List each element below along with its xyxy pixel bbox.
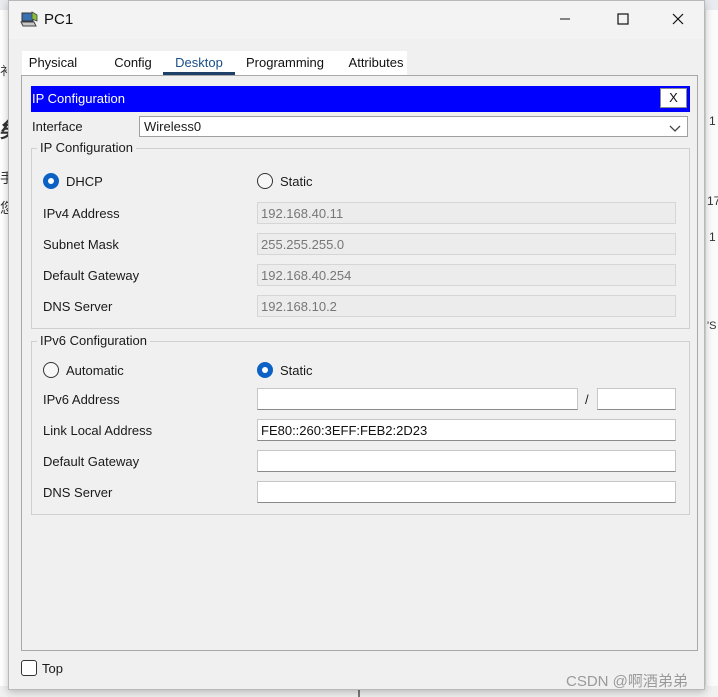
- maximize-button[interactable]: [594, 1, 652, 39]
- ip-configuration-header: IP Configuration X: [31, 86, 690, 112]
- ipv4-dns-field[interactable]: 192.168.10.2: [257, 295, 676, 317]
- ipv6-gateway-field[interactable]: [257, 450, 676, 472]
- watermark: CSDN @啊酒弟弟: [566, 673, 688, 690]
- tab-desktop[interactable]: Desktop: [163, 51, 235, 75]
- tab-attributes[interactable]: Attributes: [338, 51, 414, 75]
- subnet-mask-label: Subnet Mask: [43, 237, 119, 252]
- desktop-content-panel: IP Configuration X Interface Wireless0 I…: [21, 75, 698, 651]
- ipv6-group-title: IPv6 Configuration: [37, 333, 150, 348]
- static-ipv6-radio[interactable]: [257, 362, 273, 378]
- automatic-label: Automatic: [66, 363, 124, 378]
- maximize-icon: [617, 12, 629, 28]
- tab-config[interactable]: Config: [106, 51, 160, 75]
- background-text: 1: [709, 114, 716, 128]
- interface-label: Interface: [32, 119, 83, 134]
- panel-title: IP Configuration: [32, 91, 125, 106]
- top-checkbox[interactable]: [21, 660, 37, 676]
- interface-select[interactable]: Wireless0: [139, 116, 688, 137]
- background-text: 1: [709, 230, 716, 244]
- link-local-field[interactable]: FE80::260:3EFF:FEB2:2D23: [257, 419, 676, 441]
- close-panel-button[interactable]: X: [660, 88, 687, 108]
- interface-value: Wireless0: [144, 119, 202, 134]
- ipv4-dns-label: DNS Server: [43, 299, 113, 314]
- minimize-icon: [559, 13, 571, 28]
- static-ipv6-label: Static: [280, 363, 313, 378]
- ipv4-gateway-label: Default Gateway: [43, 268, 140, 283]
- tab-bar: Physical Config Desktop Programming Attr…: [22, 51, 407, 75]
- title-bar[interactable]: PC1: [9, 1, 704, 39]
- minimize-button[interactable]: [536, 1, 594, 39]
- ipv6-address-field[interactable]: [257, 388, 578, 410]
- ipv6-dns-field[interactable]: [257, 481, 676, 503]
- prefix-separator: /: [585, 392, 589, 407]
- background-text: 17: [707, 194, 718, 208]
- tab-programming[interactable]: Programming: [242, 51, 328, 75]
- window-title: PC1: [44, 11, 74, 28]
- pc-app-icon: [19, 10, 39, 30]
- dhcp-radio[interactable]: [43, 173, 59, 189]
- link-local-label: Link Local Address: [43, 423, 153, 438]
- close-icon: [672, 13, 684, 28]
- tab-physical[interactable]: Physical: [22, 51, 84, 75]
- static-ipv4-radio[interactable]: [257, 173, 273, 189]
- ipv6-dns-label: DNS Server: [43, 485, 113, 500]
- ipv4-address-label: IPv4 Address: [43, 206, 120, 221]
- ipv6-address-label: IPv6 Address: [43, 392, 120, 407]
- pc1-window: PC1 Physical Config Desktop Programming …: [8, 0, 705, 690]
- ipv6-gateway-label: Default Gateway: [43, 454, 140, 469]
- background-text: 'S: [707, 320, 717, 332]
- automatic-radio[interactable]: [43, 362, 59, 378]
- chevron-down-icon: [669, 121, 681, 136]
- close-window-button[interactable]: [649, 1, 707, 39]
- top-label: Top: [42, 661, 63, 676]
- subnet-mask-field[interactable]: 255.255.255.0: [257, 233, 676, 255]
- static-ipv4-label: Static: [280, 174, 313, 189]
- ipv6-prefix-field[interactable]: [597, 388, 676, 410]
- ipv4-gateway-field[interactable]: 192.168.40.254: [257, 264, 676, 286]
- ipv4-address-field[interactable]: 192.168.40.11: [257, 202, 676, 224]
- dhcp-label: DHCP: [66, 174, 103, 189]
- ipv4-group-title: IP Configuration: [37, 140, 136, 155]
